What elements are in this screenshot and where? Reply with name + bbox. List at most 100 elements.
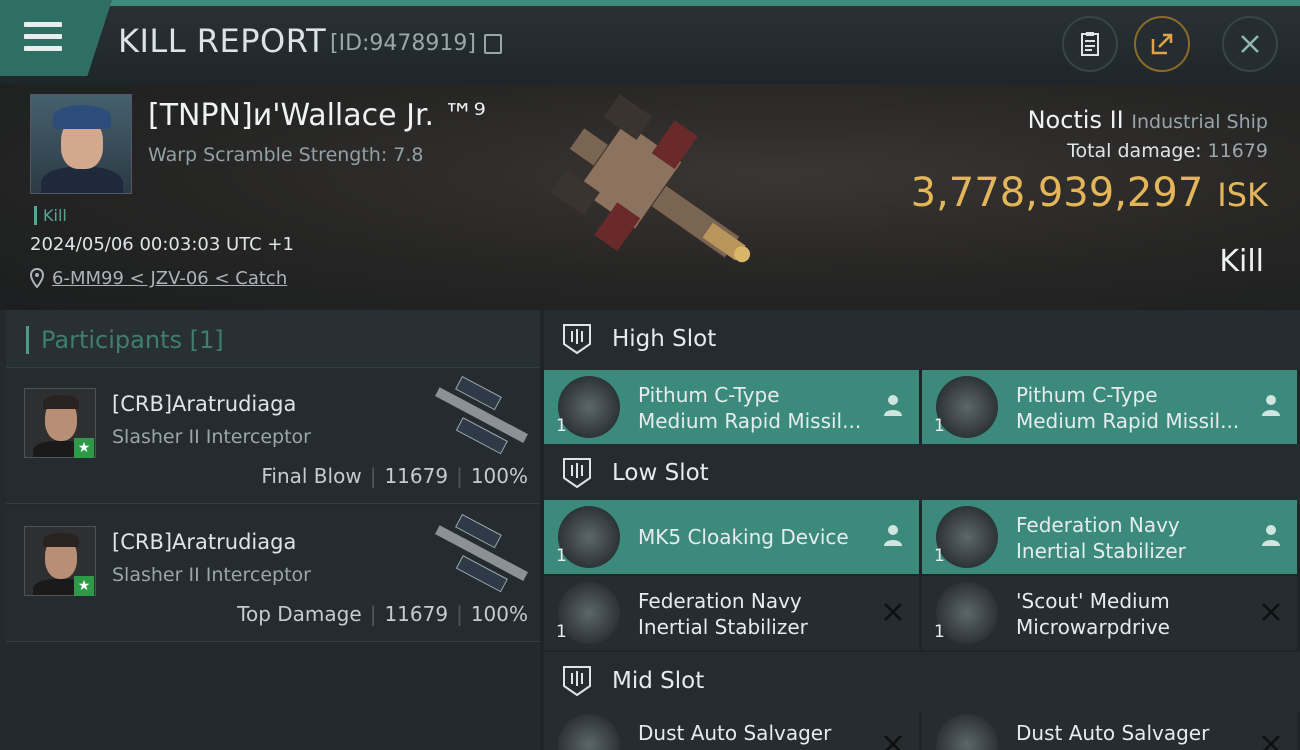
isk-value: 3,778,939,297 ISK [911,170,1268,216]
slot-icon [563,324,591,355]
module-icon [558,582,620,644]
participants-panel: Participants [1] ★ [CRB]Aratrudiaga Slas… [0,310,540,750]
participant-stats: Final Blow | 11679 | 100% [261,464,528,488]
total-damage-label: Total damage: [1067,140,1202,162]
participant-ship-image [434,376,528,455]
destroyed-x-icon [1262,603,1280,621]
menu-icon[interactable] [24,22,62,52]
clipboard-button[interactable] [1062,16,1118,72]
participants-label: Participants [41,326,182,354]
share-button[interactable] [1134,16,1190,72]
destroyed-x-icon [884,735,902,750]
module-item[interactable]: 1 'Scout' Medium Microwarpdrive [922,576,1297,650]
low-slot-title: Low Slot [612,460,709,486]
share-icon [1151,33,1173,55]
participant-ship: Slasher II Interceptor [112,564,311,586]
pilot-icon [1262,525,1280,546]
participant-stats: Top Damage | 11679 | 100% [237,602,528,626]
module-qty: 1 [934,622,945,642]
pilot-icon [1262,395,1280,416]
module-qty: 1 [556,546,567,566]
participant-percent: 100% [470,602,528,626]
module-qty: 1 [556,416,567,436]
module-name: 'Scout' Medium Microwarpdrive [1016,589,1170,639]
module-name: Pithum C-Type Medium Rapid Missil... [1016,383,1240,433]
participant-ship-image [434,514,528,593]
module-icon [936,714,998,750]
slot-icon [563,458,591,489]
report-id: [ID:9478919] [330,31,476,56]
participant-row[interactable]: ★ [CRB]Aratrudiaga Slasher II Intercepto… [6,506,540,642]
slot-icon [563,666,591,697]
module-item[interactable]: 1 Pithum C-Type Medium Rapid Missil... [544,370,919,444]
module-name: Dust Auto Salvager [638,721,832,745]
total-damage-value: 11679 [1207,140,1268,162]
location-pin-icon [30,268,44,288]
participant-role: Top Damage [237,602,362,626]
page-title: KILL REPORT [118,22,327,60]
low-slot-header: Low Slot [544,444,1300,504]
participant-name[interactable]: [CRB]Aratrudiaga [112,530,296,554]
module-name: Dust Auto Salvager [1016,721,1210,745]
close-icon [1241,35,1259,53]
module-name: Federation Navy Inertial Stabilizer [1016,513,1186,563]
module-name: MK5 Cloaking Device [638,525,849,549]
participant-name[interactable]: [CRB]Aratrudiaga [112,392,296,416]
participants-header: Participants [1] [6,310,540,368]
kill-result: Kill [1219,244,1264,279]
module-item[interactable]: 1 Dust Auto Salvager [544,708,919,750]
warp-scramble-strength: Warp Scramble Strength: 7.8 [148,144,424,166]
destroyed-x-icon [884,603,902,621]
module-icon [936,376,998,438]
module-name: Pithum C-Type Medium Rapid Missil... [638,383,862,433]
participant-damage: 11679 [384,602,449,626]
kill-tag: Kill [34,206,67,225]
participant-ship: Slasher II Interceptor [112,426,311,448]
module-item[interactable]: 1 Pithum C-Type Medium Rapid Missil... [922,370,1297,444]
module-icon [558,714,620,750]
module-qty: 1 [556,622,567,642]
module-icon [558,376,620,438]
victim-pilot-name[interactable]: [TNPN]и'Wallace Jr. ™⁹ [148,98,486,133]
participants-title: Participants [1] [26,326,224,354]
participant-role: Final Blow [261,464,362,488]
kill-location-link[interactable]: 6-MM99 < JZV-06 < Catch [52,268,287,289]
module-icon [936,582,998,644]
star-icon: ★ [74,576,94,596]
high-slot-header: High Slot [544,310,1300,370]
star-icon: ★ [74,438,94,458]
mid-slot-title: Mid Slot [612,668,705,694]
participant-damage: 11679 [384,464,449,488]
module-item[interactable]: 1 Federation Navy Inertial Stabilizer [544,576,919,650]
victim-ship-image [550,94,751,263]
fitting-panel: High Slot 1 Pithum C-Type Medium Rapid Mi… [540,310,1300,750]
victim-ship[interactable]: Noctis II Industrial Ship [1028,106,1268,134]
close-button[interactable] [1222,16,1278,72]
victim-panel: [TNPN]и'Wallace Jr. ™⁹ Warp Scramble Str… [0,84,1300,310]
isk-unit: ISK [1217,176,1268,214]
menu-tab[interactable] [0,0,112,76]
header-bar: KILL REPORT [ID:9478919] [0,0,1300,84]
high-slot-title: High Slot [612,326,717,352]
total-damage: Total damage: 11679 [1067,140,1268,162]
clipboard-icon [1081,32,1099,56]
module-icon [936,506,998,568]
module-qty: 1 [934,546,945,566]
mid-slot-header: Mid Slot [544,652,1300,712]
module-item[interactable]: 1 Federation Navy Inertial Stabilizer [922,500,1297,574]
module-name: Federation Navy Inertial Stabilizer [638,589,808,639]
participant-percent: 100% [470,464,528,488]
module-item[interactable]: 1 Dust Auto Salvager [922,708,1297,750]
module-qty: 1 [934,416,945,436]
pilot-icon [884,395,902,416]
pilot-icon [884,525,902,546]
participant-row[interactable]: ★ [CRB]Aratrudiaga Slasher II Intercepto… [6,368,540,504]
ship-class: Industrial Ship [1131,111,1268,133]
participants-count: [1] [189,326,224,354]
copy-icon[interactable] [484,34,502,54]
destroyed-x-icon [1262,735,1280,750]
module-item[interactable]: 1 MK5 Cloaking Device [544,500,919,574]
isk-amount: 3,778,939,297 [910,170,1204,216]
victim-avatar[interactable] [30,94,132,194]
module-icon [558,506,620,568]
